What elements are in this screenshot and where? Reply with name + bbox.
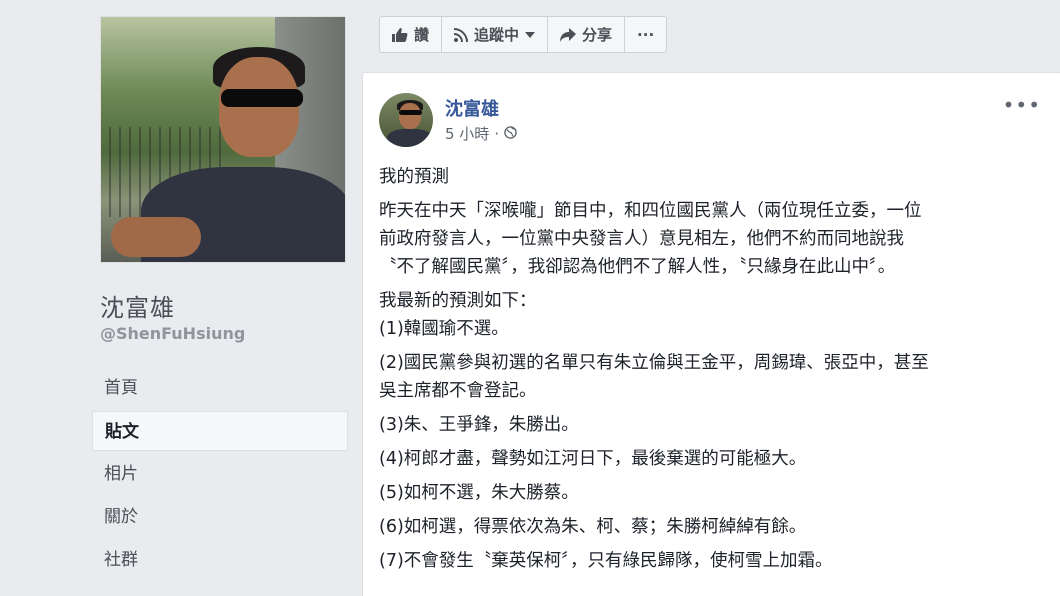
post-timestamp[interactable]: 5 小時: [445, 123, 489, 144]
nav-item-community[interactable]: 社群: [92, 540, 348, 580]
post-paragraph: 我最新的預測如下： (1)韓國瑜不選。: [379, 287, 1039, 343]
left-column: 沈富雄 @ShenFuHsiung 首頁 貼文 相片 關於 社群: [92, 0, 348, 596]
post-line: (5)如柯不選，朱大勝蔡。: [379, 483, 579, 503]
post-options-button[interactable]: •••: [1003, 93, 1041, 117]
following-label: 追蹤中: [474, 26, 520, 44]
page-nav: 首頁 貼文 相片 關於 社群: [92, 368, 348, 583]
post-body: 我的預測 昨天在中天「深喉嚨」節目中，和四位國民黨人（兩位現任立委，一位 前政府…: [379, 163, 1039, 581]
post-line: 我的預測: [379, 167, 449, 187]
meta-separator: ·: [494, 124, 500, 143]
page-handle[interactable]: @ShenFuHsiung: [100, 324, 245, 343]
post-line: 吳主席都不會登記。: [379, 381, 537, 401]
nav-item-home[interactable]: 首頁: [92, 368, 348, 408]
post-line: 〝不了解國民黨〞，我卻認為他們不了解人性，〝只緣身在此山中〞。: [379, 257, 896, 277]
more-actions-button[interactable]: ···: [624, 16, 668, 53]
following-button[interactable]: 追蹤中: [441, 16, 549, 53]
page-action-bar: 讚 追蹤中 分享 ···: [379, 16, 668, 53]
share-arrow-icon: [560, 27, 577, 42]
like-label: 讚: [414, 26, 430, 44]
post-card: 沈富雄 5 小時 · ••• 我的預測 昨天在中天「深喉嚨」節目中，和四位國民黨…: [362, 72, 1060, 596]
post-paragraph: 昨天在中天「深喉嚨」節目中，和四位國民黨人（兩位現任立委，一位 前政府發言人，一…: [379, 197, 1039, 281]
more-actions-label: ···: [637, 25, 655, 44]
post-paragraph: (2)國民黨參與初選的名單只有朱立倫與王金平，周錫瑋、張亞中，甚至 吳主席都不會…: [379, 349, 1039, 405]
post-line: 前政府發言人，一位黨中央發言人）意見相左，他們不約而同地說我: [379, 229, 904, 249]
like-button[interactable]: 讚: [379, 16, 443, 53]
post-line: (2)國民黨參與初選的名單只有朱立倫與王金平，周錫瑋、張亞中，甚至: [379, 353, 929, 373]
post-author[interactable]: 沈富雄: [445, 95, 499, 121]
nav-item-posts[interactable]: 貼文: [92, 411, 348, 451]
profile-photo[interactable]: [100, 16, 346, 263]
rss-icon: [454, 27, 469, 42]
page-name[interactable]: 沈富雄: [100, 288, 175, 323]
nav-item-photos[interactable]: 相片: [92, 454, 348, 494]
caret-down-icon: [525, 31, 536, 38]
nav-item-about[interactable]: 關於: [92, 497, 348, 537]
avatar[interactable]: [379, 93, 433, 147]
globe-icon: [504, 125, 517, 143]
post-line: (4)柯郎才盡，聲勢如江河日下，最後棄選的可能極大。: [379, 449, 807, 469]
post-meta: 5 小時 ·: [445, 123, 517, 144]
post-line: (3)朱、王爭鋒，朱勝出。: [379, 415, 579, 435]
post-line: (1)韓國瑜不選。: [379, 319, 509, 339]
share-label: 分享: [582, 26, 613, 44]
share-button[interactable]: 分享: [547, 16, 626, 53]
post-line: 昨天在中天「深喉嚨」節目中，和四位國民黨人（兩位現任立委，一位: [379, 201, 922, 221]
post-line: 我最新的預測如下：: [379, 291, 537, 311]
thumbs-up-icon: [392, 27, 408, 42]
post-line: (6)如柯選，得票依次為朱、柯、蔡；朱勝柯綽綽有餘。: [379, 517, 807, 537]
post-line: (7)不會發生〝棄英保柯〞，只有綠民歸隊，使柯雪上加霜。: [379, 551, 833, 571]
